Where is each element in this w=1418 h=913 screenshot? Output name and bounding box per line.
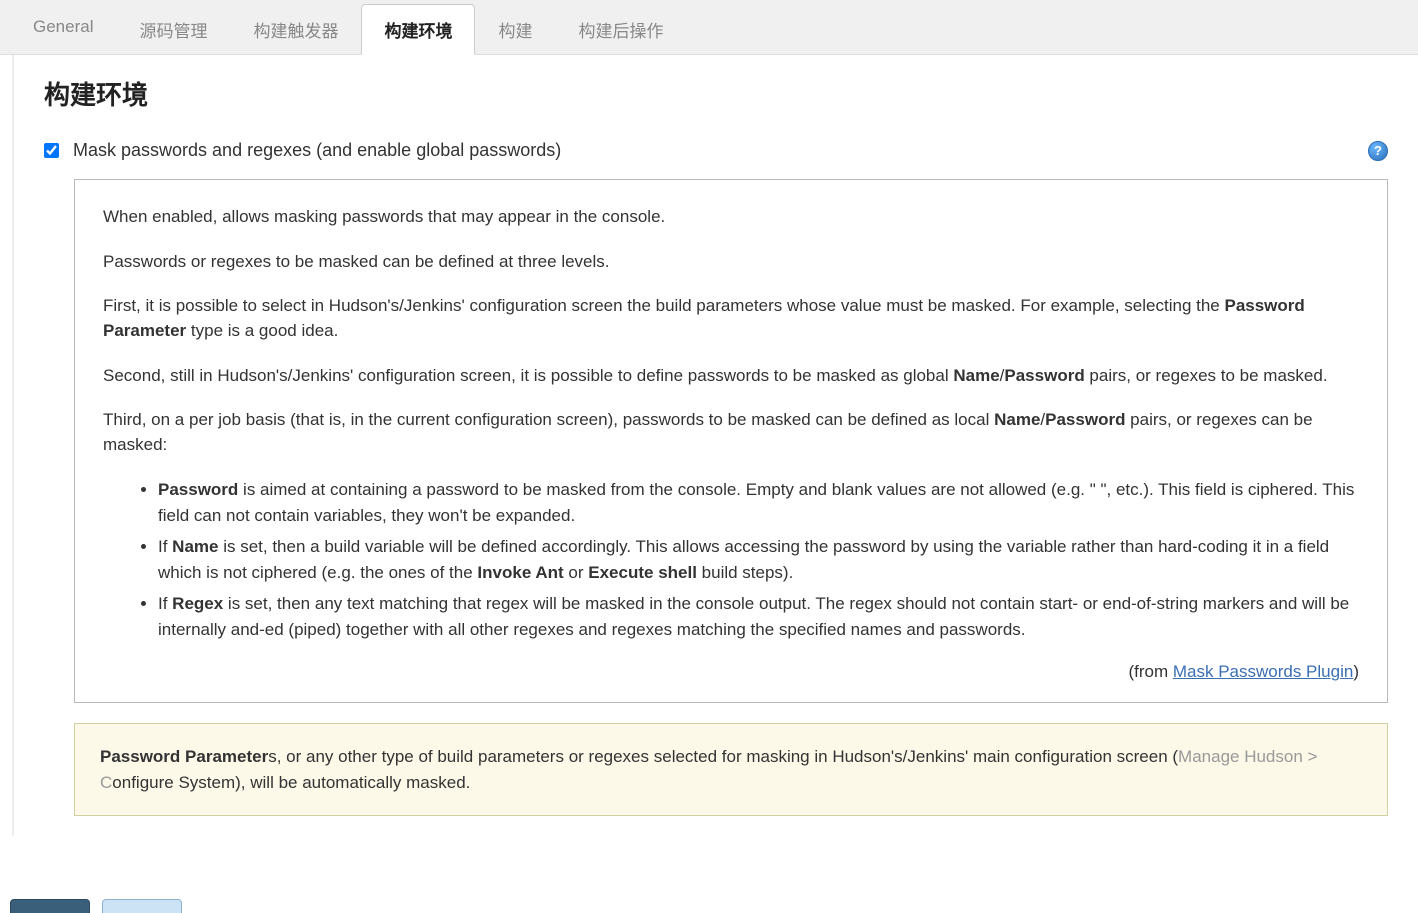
help-li-password: Password is aimed at containing a passwo… [158, 477, 1359, 528]
help-p3: First, it is possible to select in Hudso… [103, 294, 1359, 343]
tab-general[interactable]: General [10, 4, 116, 54]
help-icon[interactable]: ? [1368, 141, 1388, 161]
tab-build[interactable]: 构建 [475, 4, 555, 54]
apply-button[interactable] [102, 899, 182, 913]
tab-scm[interactable]: 源码管理 [116, 4, 230, 54]
tab-triggers[interactable]: 构建触发器 [230, 4, 361, 54]
tab-bar: General 源码管理 构建触发器 构建环境 构建 构建后操作 [0, 0, 1418, 55]
content-area: 构建环境 Mask passwords and regexes (and ena… [12, 55, 1418, 836]
tab-build-env[interactable]: 构建环境 [361, 4, 475, 55]
help-box: When enabled, allows masking passwords t… [74, 179, 1388, 703]
section-title: 构建环境 [44, 75, 1388, 112]
tab-post-build[interactable]: 构建后操作 [555, 4, 686, 54]
help-list: Password is aimed at containing a passwo… [158, 477, 1359, 642]
help-li-regex: If Regex is set, then any text matching … [158, 591, 1359, 642]
save-button[interactable] [10, 899, 90, 913]
mask-passwords-label[interactable]: Mask passwords and regexes (and enable g… [73, 140, 1368, 161]
help-li-name: If Name is set, then a build variable wi… [158, 534, 1359, 585]
mask-passwords-row: Mask passwords and regexes (and enable g… [44, 140, 1388, 161]
mask-passwords-plugin-link[interactable]: Mask Passwords Plugin [1173, 662, 1353, 681]
notice-box: Password Parameters, or any other type o… [74, 723, 1388, 816]
help-p4: Second, still in Hudson's/Jenkins' confi… [103, 364, 1359, 389]
help-p5: Third, on a per job basis (that is, in t… [103, 408, 1359, 457]
help-from-line: (from Mask Passwords Plugin) [103, 662, 1359, 682]
help-p2: Passwords or regexes to be masked can be… [103, 250, 1359, 275]
mask-passwords-checkbox[interactable] [44, 143, 59, 158]
help-p1: When enabled, allows masking passwords t… [103, 205, 1359, 230]
floating-buttons [10, 899, 182, 913]
